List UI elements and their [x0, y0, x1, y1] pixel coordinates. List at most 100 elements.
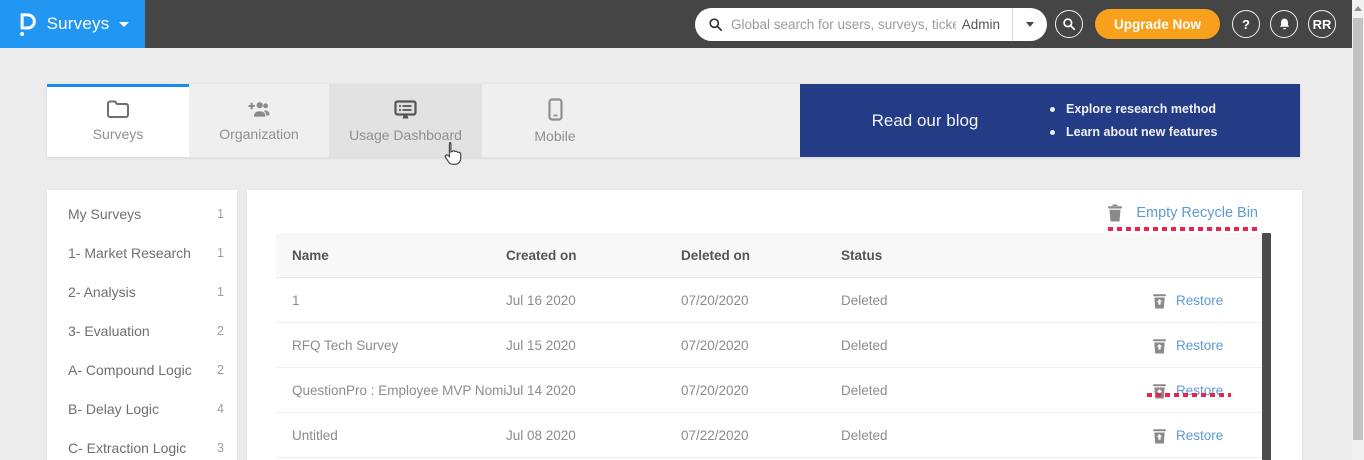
global-search: Admin — [695, 8, 1047, 41]
blog-banner[interactable]: Read our blog Explore research method Le… — [800, 84, 1300, 157]
top-bar: Surveys Admin Upgrade Now ? — [0, 0, 1352, 48]
cell-created-on: Jul 14 2020 — [506, 383, 681, 398]
cell-created-on: Jul 15 2020 — [506, 338, 681, 353]
cell-deleted-on: 07/20/2020 — [681, 383, 841, 398]
folder-icon — [106, 99, 130, 119]
scroll-up-icon — [1354, 6, 1362, 11]
tour-highlight-underline — [1108, 227, 1260, 231]
restore-button[interactable]: Restore — [1152, 292, 1262, 309]
sidebar-item-evaluation[interactable]: 3- Evaluation 2 — [47, 311, 237, 350]
tab-usage-dashboard[interactable]: Usage Dashboard — [329, 84, 482, 157]
tab-label: Usage Dashboard — [349, 127, 462, 143]
search-input[interactable] — [731, 17, 956, 32]
trash-restore-icon — [1152, 337, 1167, 354]
restore-button[interactable]: Restore — [1152, 382, 1262, 399]
banner-bullet-list: Explore research method Learn about new … — [1050, 102, 1217, 139]
cell-name: RFQ Tech Survey — [276, 338, 506, 353]
recycle-bin-panel: Empty Recycle Bin Name Created on Delete… — [247, 190, 1302, 460]
folder-count: 1 — [217, 207, 224, 221]
search-scope-label: Admin — [956, 17, 1012, 32]
folder-label: My Surveys — [68, 206, 141, 222]
folder-label: 3- Evaluation — [68, 323, 150, 339]
sidebar-item-my-surveys[interactable]: My Surveys 1 — [47, 194, 237, 233]
trash-restore-icon — [1152, 427, 1167, 444]
tab-strip-filler — [628, 84, 800, 157]
bell-icon — [1277, 17, 1292, 32]
sidebar-item-extraction-logic[interactable]: C- Extraction Logic 3 — [47, 428, 237, 460]
mobile-icon — [548, 98, 563, 121]
sidebar-item-compound-logic[interactable]: A- Compound Logic 2 — [47, 350, 237, 389]
tab-label: Mobile — [534, 128, 575, 144]
product-switcher[interactable]: Surveys — [0, 0, 145, 48]
deleted-surveys-table: Name Created on Deleted on Status 1 Jul … — [276, 233, 1262, 458]
folder-count: 1 — [217, 285, 224, 299]
banner-title[interactable]: Read our blog — [800, 111, 1050, 131]
header-created-on: Created on — [506, 248, 681, 263]
avatar[interactable]: RR — [1308, 10, 1336, 38]
search-button[interactable] — [1055, 10, 1083, 38]
restore-button[interactable]: Restore — [1152, 427, 1262, 444]
search-icon — [1062, 17, 1076, 31]
cell-status: Deleted — [841, 428, 1152, 443]
tab-surveys[interactable]: Surveys — [47, 84, 189, 157]
upgrade-now-button[interactable]: Upgrade Now — [1095, 9, 1220, 39]
scroll-up-button[interactable] — [1352, 0, 1364, 17]
sidebar-item-analysis[interactable]: 2- Analysis 1 — [47, 272, 237, 311]
module-tabs: Surveys Organization Usage Dashboard Mob… — [47, 84, 1300, 157]
folders-sidebar: My Surveys 1 1- Market Research 1 2- Ana… — [47, 190, 237, 460]
question-icon: ? — [1242, 17, 1250, 32]
empty-recycle-bin-button[interactable]: Empty Recycle Bin — [1107, 203, 1258, 222]
restore-label: Restore — [1176, 293, 1223, 308]
sidebar-item-delay-logic[interactable]: B- Delay Logic 4 — [47, 389, 237, 428]
search-scope-dropdown[interactable] — [1013, 8, 1047, 41]
folder-count: 2 — [217, 324, 224, 338]
help-button[interactable]: ? — [1232, 10, 1260, 38]
folder-label: C- Extraction Logic — [68, 440, 186, 456]
cell-created-on: Jul 08 2020 — [506, 428, 681, 443]
tab-mobile[interactable]: Mobile — [482, 84, 628, 157]
folder-label: B- Delay Logic — [68, 401, 159, 417]
cell-created-on: Jul 16 2020 — [506, 293, 681, 308]
cell-name: QuestionPro : Employee MVP Nomination — [276, 383, 506, 398]
chevron-down-icon — [119, 22, 129, 27]
header-deleted-on: Deleted on — [681, 248, 841, 263]
header-name: Name — [276, 248, 506, 263]
table-header-row: Name Created on Deleted on Status — [276, 233, 1262, 278]
notifications-button[interactable] — [1270, 10, 1298, 38]
table-row: Untitled Jul 08 2020 07/22/2020 Deleted … — [276, 413, 1262, 458]
folder-label: A- Compound Logic — [68, 362, 192, 378]
restore-button[interactable]: Restore — [1152, 337, 1262, 354]
header-status: Status — [841, 248, 1152, 263]
folder-count: 3 — [217, 441, 224, 455]
tab-label: Surveys — [93, 126, 144, 142]
table-row: 1 Jul 16 2020 07/20/2020 Deleted Restore — [276, 278, 1262, 323]
cell-name: 1 — [276, 293, 506, 308]
table-row: RFQ Tech Survey Jul 15 2020 07/20/2020 D… — [276, 323, 1262, 368]
bullet-dot-icon — [1050, 130, 1055, 135]
cell-status: Deleted — [841, 383, 1152, 398]
cell-name: Untitled — [276, 428, 506, 443]
dashboard-icon — [393, 99, 418, 120]
restore-label: Restore — [1176, 428, 1223, 443]
restore-label: Restore — [1176, 338, 1223, 353]
trash-restore-icon — [1152, 292, 1167, 309]
page-scrollbar[interactable] — [1352, 0, 1364, 460]
cell-status: Deleted — [841, 338, 1152, 353]
group-add-icon — [247, 99, 271, 119]
bullet-dot-icon — [1050, 107, 1055, 112]
folder-count: 2 — [217, 363, 224, 377]
trash-icon — [1107, 203, 1123, 222]
cell-deleted-on: 07/20/2020 — [681, 338, 841, 353]
banner-bullet-text: Explore research method — [1066, 102, 1216, 116]
folder-label: 1- Market Research — [68, 245, 191, 261]
sidebar-item-market-research[interactable]: 1- Market Research 1 — [47, 233, 237, 272]
scrollbar-thumb[interactable] — [1353, 18, 1363, 440]
app-screen: Surveys Admin Upgrade Now ? — [0, 0, 1364, 460]
tab-organization[interactable]: Organization — [189, 84, 329, 157]
banner-bullet-text: Learn about new features — [1066, 125, 1217, 139]
cell-deleted-on: 07/22/2020 — [681, 428, 841, 443]
folder-label: 2- Analysis — [68, 284, 136, 300]
table-scrollbar[interactable] — [1262, 233, 1271, 460]
search-icon — [695, 17, 731, 32]
avatar-initials: RR — [1313, 17, 1332, 32]
